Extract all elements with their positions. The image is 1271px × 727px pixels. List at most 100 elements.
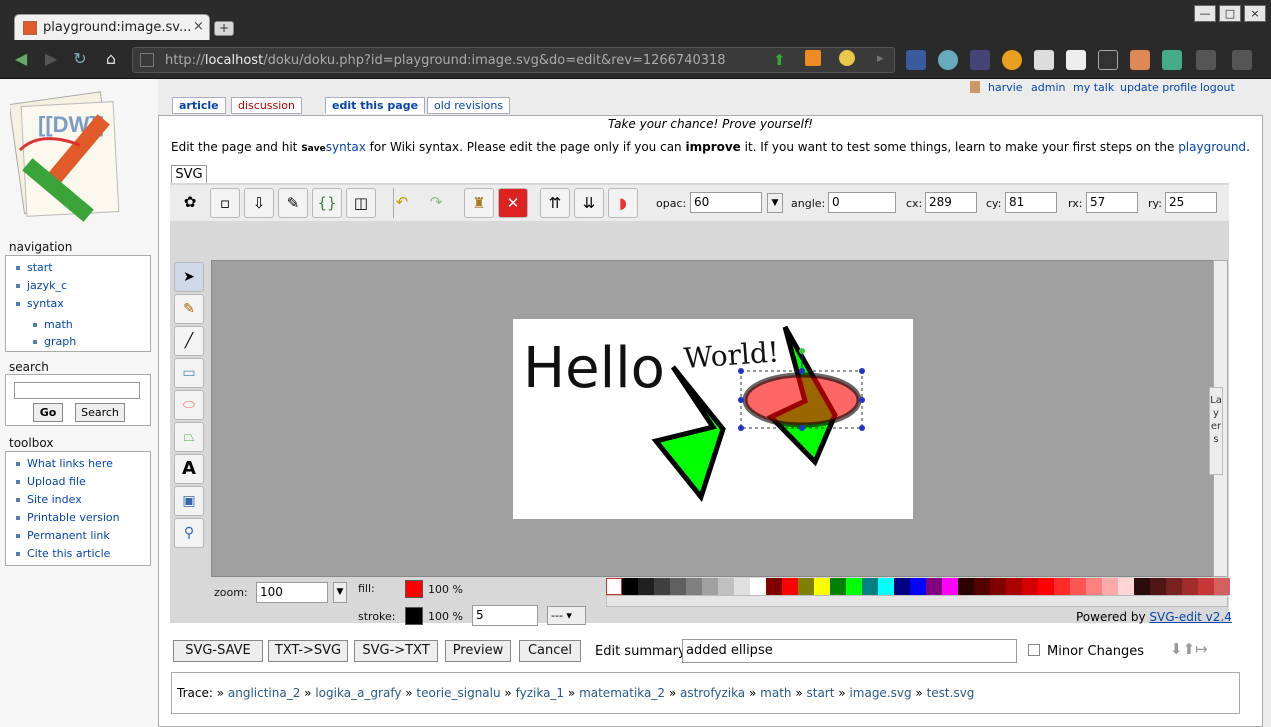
palette-swatch[interactable] [750, 578, 766, 595]
image-tool-icon[interactable]: ▣ [174, 486, 204, 516]
close-window-button[interactable]: × [1244, 5, 1266, 22]
palette-swatch[interactable] [670, 578, 686, 595]
select-tool-icon[interactable]: ➤ [174, 262, 204, 292]
palette-swatch[interactable] [1182, 578, 1198, 595]
path-tool-icon[interactable]: ⏢ [174, 422, 204, 452]
search-input[interactable] [14, 382, 140, 399]
palette-swatch[interactable] [814, 578, 830, 595]
syntax-link[interactable]: syntax [326, 140, 366, 154]
minor-changes-checkbox[interactable] [1028, 644, 1040, 656]
save-icon[interactable]: ⇩ [244, 188, 274, 218]
svg-tab[interactable]: SVG [171, 165, 207, 184]
svg-document[interactable]: Hello World! [513, 319, 913, 519]
translate-icon[interactable] [1162, 50, 1182, 70]
palette-swatch[interactable] [1070, 578, 1086, 595]
palette-swatch[interactable] [1214, 578, 1230, 595]
back-icon[interactable]: ◀ [10, 49, 32, 69]
zoom-tool-icon[interactable]: ⚲ [174, 518, 204, 548]
palette-swatch[interactable] [990, 578, 1006, 595]
undo-icon[interactable]: ↶ [387, 188, 417, 218]
search-button[interactable]: Search [75, 403, 125, 422]
palette-swatch[interactable] [894, 578, 910, 595]
text-tool-icon[interactable]: A [174, 454, 204, 484]
pagerank-icon[interactable] [1066, 50, 1086, 70]
toolbox-cite[interactable]: Cite this article [27, 547, 110, 560]
trace-item[interactable]: teorie_signalu [416, 686, 500, 700]
stroke-width-input[interactable]: 5 [472, 605, 538, 626]
palette-swatch[interactable] [654, 578, 670, 595]
fill-color-swatch[interactable] [405, 580, 423, 598]
rx-input[interactable]: 57 [1086, 192, 1138, 213]
pencil-tool-icon[interactable]: ✎ [174, 294, 204, 324]
layers-panel-toggle[interactable]: Layers [1209, 387, 1223, 475]
cx-input[interactable]: 289 [925, 192, 977, 213]
grid-icon[interactable] [970, 50, 990, 70]
palette-swatch[interactable] [782, 578, 798, 595]
palette-swatch[interactable] [1038, 578, 1054, 595]
toolbox-upload-file[interactable]: Upload file [27, 475, 86, 488]
nav-item-graph[interactable]: graph [44, 335, 76, 348]
palette-swatch[interactable] [846, 578, 862, 595]
preview-button[interactable]: Preview [445, 640, 511, 662]
admin-link[interactable]: admin [1031, 81, 1065, 94]
palette-swatch[interactable] [622, 578, 638, 595]
logo-icon[interactable]: ✿ [175, 188, 205, 218]
palette-swatch[interactable] [734, 578, 750, 595]
palette-swatch[interactable] [638, 578, 654, 595]
rss-icon[interactable] [805, 50, 821, 66]
new-tab-button[interactable]: + [214, 21, 234, 36]
palette-swatch[interactable] [702, 578, 718, 595]
update-profile-link[interactable]: update profile [1120, 81, 1197, 94]
palette-swatch[interactable] [958, 578, 974, 595]
opac-dropdown[interactable]: ▼ [767, 193, 783, 213]
home-icon[interactable]: ⌂ [100, 49, 122, 69]
toolbox-site-index[interactable]: Site index [27, 493, 82, 506]
palette-swatch[interactable] [686, 578, 702, 595]
playground-link[interactable]: playground [1178, 140, 1246, 154]
palette-swatch[interactable] [1086, 578, 1102, 595]
docprops-icon[interactable]: ✎ [278, 188, 308, 218]
nav-item-jazyk-c[interactable]: jazyk_c [27, 279, 67, 292]
world-text[interactable]: World! [683, 335, 780, 375]
txt-to-svg-button[interactable]: TXT->SVG [268, 640, 348, 662]
clone-icon[interactable]: ♜ [464, 188, 494, 218]
palette-swatch[interactable] [926, 578, 942, 595]
delete-icon[interactable]: ✕ [498, 188, 528, 218]
stroke-color-swatch[interactable] [405, 607, 423, 625]
palette-swatch[interactable] [1134, 578, 1150, 595]
palette-swatch[interactable] [798, 578, 814, 595]
palette-swatch[interactable] [910, 578, 926, 595]
arrow-up-icon[interactable]: ⬆ [773, 51, 786, 69]
hello-text[interactable]: Hello [523, 336, 665, 401]
play-icon[interactable] [1002, 50, 1022, 70]
browser-tab[interactable]: playground:image.sv... × [14, 14, 210, 42]
smiley-icon[interactable] [839, 50, 855, 66]
nav-item-start[interactable]: start [27, 261, 53, 274]
reload-icon[interactable]: ↻ [69, 49, 91, 69]
dokuwiki-logo[interactable]: [[DW]] [8, 90, 148, 230]
palette-swatch[interactable] [974, 578, 990, 595]
tab-article[interactable]: article [172, 97, 226, 114]
opac-input[interactable]: 60 [690, 192, 762, 213]
trace-item[interactable]: logika_a_grafy [315, 686, 401, 700]
address-bar[interactable]: http://localhost/doku/doku.php?id=playgr… [132, 47, 895, 73]
trace-item[interactable]: anglictina_2 [228, 686, 300, 700]
user-link[interactable]: harvie [988, 81, 1023, 94]
palette-swatch[interactable] [1198, 578, 1214, 595]
new-image-icon[interactable]: ▫ [210, 188, 240, 218]
trace-item[interactable]: matematika_2 [579, 686, 665, 700]
tab-discussion[interactable]: discussion [231, 97, 303, 114]
toolbox-what-links-here[interactable]: What links here [27, 457, 113, 470]
palette-swatch[interactable] [1118, 578, 1134, 595]
bookmark-icon[interactable] [1098, 50, 1118, 70]
convert-path-icon[interactable]: ◗ [608, 188, 638, 218]
food-icon[interactable] [1130, 50, 1150, 70]
toolbox-printable-version[interactable]: Printable version [27, 511, 120, 524]
palette-swatch[interactable] [1150, 578, 1166, 595]
palette-swatch[interactable] [878, 578, 894, 595]
green-shape-1[interactable] [651, 365, 726, 503]
wireframe-icon[interactable]: ◫ [346, 188, 376, 218]
redo-icon[interactable]: ↷ [421, 188, 451, 218]
trace-item[interactable]: astrofyzika [680, 686, 745, 700]
trace-item[interactable]: fyzika_1 [516, 686, 564, 700]
